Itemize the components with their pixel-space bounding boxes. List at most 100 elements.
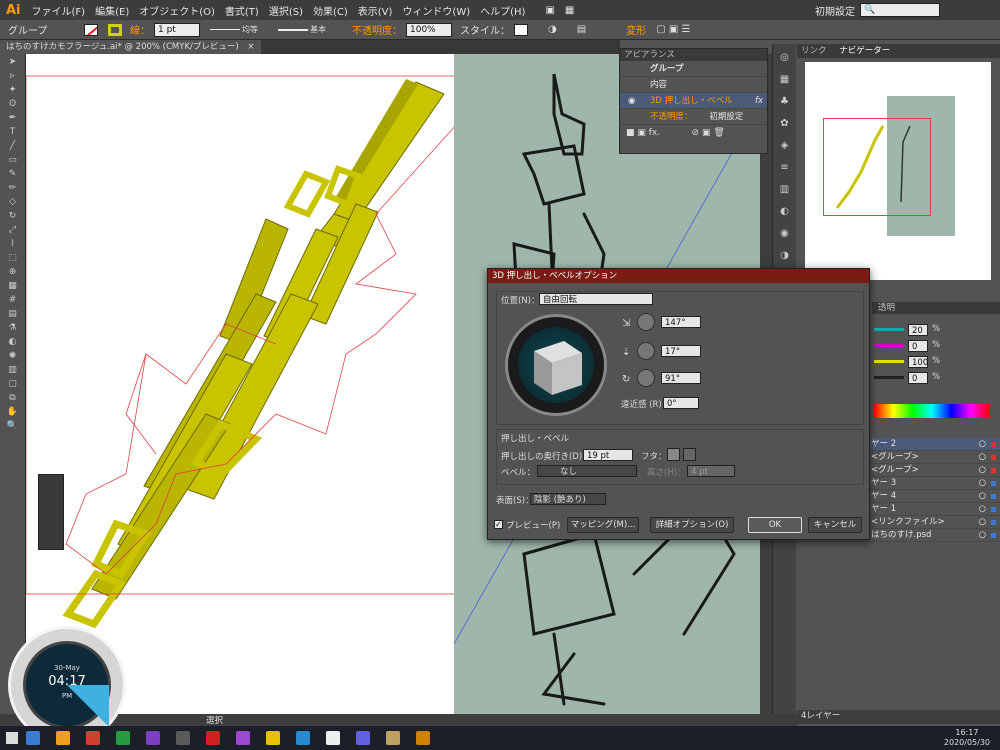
x-rotation-field[interactable]: 147° <box>661 316 701 328</box>
direct-selection-tool-icon[interactable]: ▹ <box>5 71 21 82</box>
color-slider-track[interactable] <box>874 376 904 379</box>
brush-definition[interactable]: 基本 <box>278 24 342 35</box>
type-tool-icon[interactable]: T <box>5 127 21 138</box>
taskbar-app-icon[interactable] <box>236 731 250 745</box>
depth-field[interactable]: 19 pt <box>583 449 633 461</box>
windows-start-icon[interactable] <box>6 732 18 744</box>
swatches-panel-icon[interactable]: ▦ <box>777 74 793 88</box>
taskbar-clock[interactable]: 16:17 2020/05/30 <box>944 728 990 748</box>
cancel-button[interactable]: キャンセル <box>808 517 862 533</box>
paintbrush-tool-icon[interactable]: ✎ <box>5 169 21 180</box>
width-tool-icon[interactable]: ⌇ <box>5 239 21 250</box>
z-rotation-field[interactable]: 91° <box>661 372 701 384</box>
transform-link[interactable]: 変形 <box>626 22 646 37</box>
target-icon[interactable]: ○ <box>979 477 986 490</box>
navigator-preview[interactable] <box>805 62 991 280</box>
more-options-button[interactable]: 詳細オプション(O) <box>650 517 734 533</box>
style-swatch[interactable] <box>514 23 528 36</box>
taskbar-app-icon[interactable] <box>326 731 340 745</box>
document-tab[interactable]: はちのすけカモフラージュ.ai* @ 200% (CMYK/プレビュー) × <box>0 40 261 54</box>
gradient-tool-icon[interactable]: ▤ <box>5 309 21 320</box>
workspace-switcher[interactable]: 初期設定 <box>810 3 860 18</box>
x-dial[interactable] <box>637 313 655 331</box>
tab-links[interactable]: リンク <box>801 46 827 56</box>
taskbar-app-icon[interactable] <box>146 731 160 745</box>
gradient-panel-icon[interactable]: ▥ <box>777 184 793 198</box>
menu-select[interactable]: 選択(S) <box>264 3 308 18</box>
color-guide-panel-icon[interactable]: ◑ <box>777 250 793 264</box>
fx-icon[interactable]: fx <box>755 93 763 109</box>
target-icon[interactable]: ○ <box>979 438 986 451</box>
opacity-label[interactable]: 不透明度： <box>352 22 402 37</box>
libraries-panel-icon[interactable]: ◎ <box>777 52 793 66</box>
target-icon[interactable]: ○ <box>979 490 986 503</box>
taskbar-app-icon[interactable] <box>26 731 40 745</box>
visibility-eye-icon[interactable]: ◉ <box>628 93 635 109</box>
lasso-tool-icon[interactable]: ʘ <box>5 99 21 110</box>
arrange-icon[interactable]: ▦ <box>560 5 579 16</box>
menu-object[interactable]: オブジェクト(O) <box>134 3 220 18</box>
graphic-styles-panel-icon[interactable]: ◈ <box>777 140 793 154</box>
y-rotation-field[interactable]: 17° <box>661 345 701 357</box>
target-icon[interactable]: ○ <box>979 516 986 529</box>
menu-effect[interactable]: 効果(C) <box>308 3 353 18</box>
fill-swatch[interactable] <box>84 23 98 36</box>
color-value-field[interactable]: 20 <box>908 324 928 336</box>
target-icon[interactable]: ○ <box>979 529 986 542</box>
color-value-field[interactable]: 100 <box>908 356 928 368</box>
target-icon[interactable]: ○ <box>979 503 986 516</box>
hand-tool-icon[interactable]: ✋ <box>5 407 21 418</box>
stroke-panel-icon[interactable]: ≡ <box>777 162 793 176</box>
ok-button[interactable]: OK <box>748 517 802 533</box>
tab-navigator[interactable]: ナビゲーター <box>839 46 890 56</box>
line-tool-icon[interactable]: ╱ <box>5 141 21 152</box>
position-select[interactable]: 自由回転 <box>539 293 653 305</box>
taskbar-app-icon[interactable] <box>356 731 370 745</box>
preview-checkbox[interactable]: ✓ <box>494 520 503 529</box>
zoom-tool-icon[interactable]: 🔍 <box>5 421 21 432</box>
pencil-tool-icon[interactable]: ✏ <box>5 183 21 194</box>
symbols-panel-icon[interactable]: ✿ <box>777 118 793 132</box>
close-tab-icon[interactable]: × <box>247 42 254 52</box>
floating-tool-panel[interactable] <box>38 474 64 550</box>
stroke-swatch[interactable] <box>108 23 122 36</box>
taskbar-app-icon[interactable] <box>176 731 190 745</box>
taskbar-app-icon[interactable] <box>56 731 70 745</box>
eraser-tool-icon[interactable]: ◇ <box>5 197 21 208</box>
mesh-tool-icon[interactable]: # <box>5 295 21 306</box>
help-search-input[interactable]: 🔍 <box>860 3 940 17</box>
surface-select[interactable]: 陰影 (艶あり) <box>530 493 606 505</box>
color-slider-track[interactable] <box>874 360 904 363</box>
y-dial[interactable] <box>637 342 655 360</box>
color-value-field[interactable]: 0 <box>908 340 928 352</box>
artboard-tool-icon[interactable]: ▢ <box>5 379 21 390</box>
z-dial[interactable] <box>637 369 655 387</box>
taskbar-app-icon[interactable] <box>386 731 400 745</box>
free-transform-tool-icon[interactable]: ⬚ <box>5 253 21 264</box>
taskbar-app-icon[interactable] <box>206 731 220 745</box>
appearance-item-group[interactable]: グループ <box>620 61 767 77</box>
selection-tool-icon[interactable]: ➤ <box>5 57 21 68</box>
menu-type[interactable]: 書式(T) <box>220 3 264 18</box>
color-value-field[interactable]: 0 <box>908 372 928 384</box>
menu-edit[interactable]: 編集(E) <box>90 3 134 18</box>
appearance-item-contents[interactable]: 内容 <box>620 77 767 93</box>
perspective-field[interactable]: 0° <box>663 397 699 409</box>
taskbar-app-icon[interactable] <box>296 731 310 745</box>
pen-tool-icon[interactable]: ✒ <box>5 113 21 124</box>
opacity-link[interactable]: 不透明度： <box>650 112 693 122</box>
recolor-icon[interactable]: ◑ <box>548 24 557 35</box>
appearance-item-3d-effect[interactable]: ◉ 3D 押し出し・ベベル fx <box>620 93 767 109</box>
bridge-icon[interactable]: ▣ <box>540 5 559 16</box>
menu-help[interactable]: ヘルプ(H) <box>475 3 530 18</box>
rectangle-tool-icon[interactable]: ▭ <box>5 155 21 166</box>
menu-file[interactable]: ファイル(F) <box>27 3 91 18</box>
transparency-tab[interactable]: 透明 <box>872 302 1000 314</box>
rotate-tool-icon[interactable]: ↻ <box>5 211 21 222</box>
transparency-panel-icon[interactable]: ◐ <box>777 206 793 220</box>
slice-tool-icon[interactable]: ⧉ <box>5 393 21 404</box>
variable-width-profile[interactable]: 均等 <box>210 24 274 35</box>
align-icon[interactable]: ▤ <box>577 24 586 35</box>
stroke-weight-field[interactable]: 1 pt <box>154 22 200 37</box>
taskbar-app-icon[interactable] <box>116 731 130 745</box>
